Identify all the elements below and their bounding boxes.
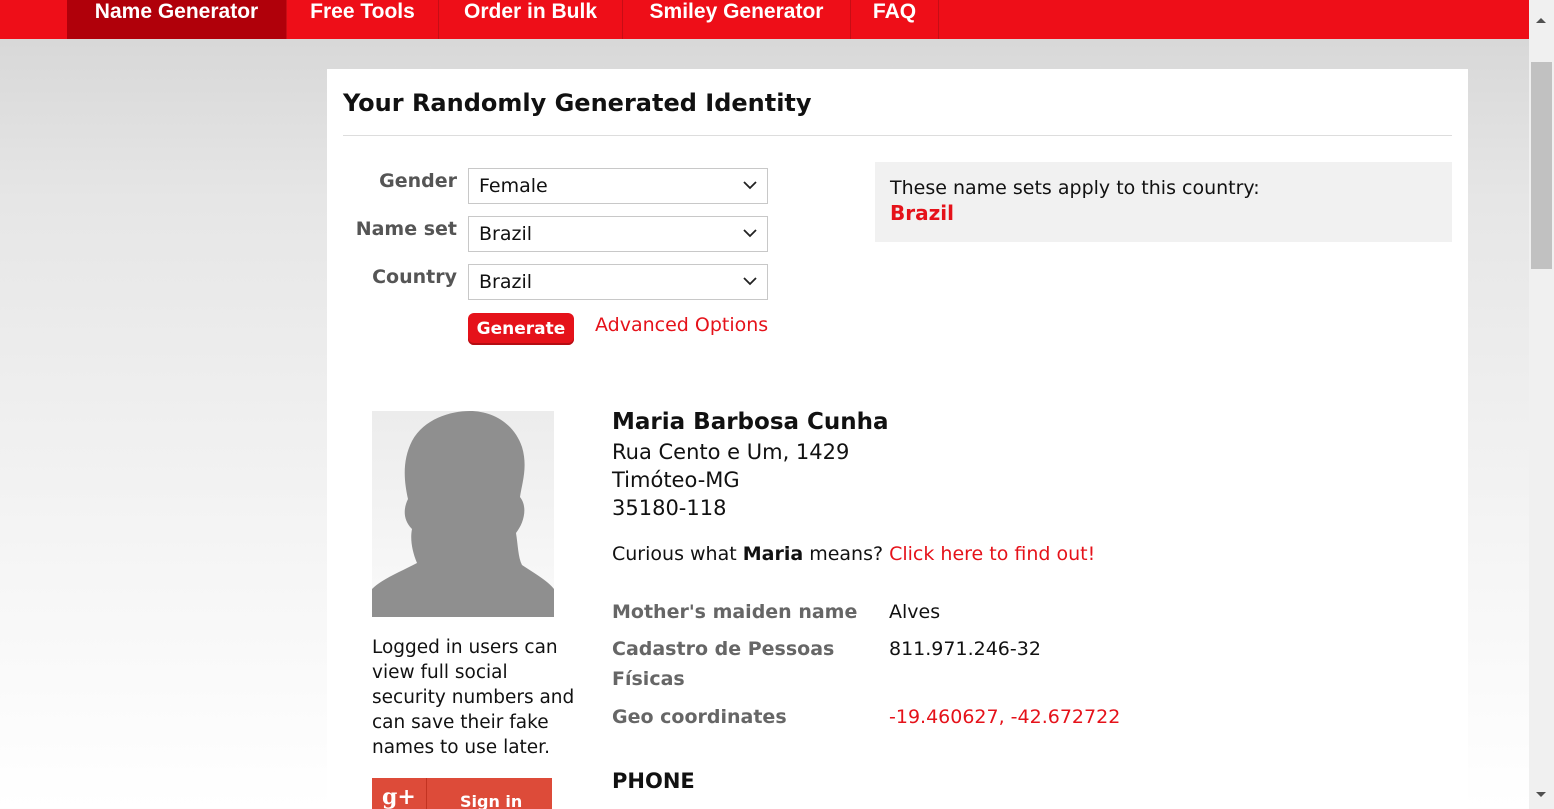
full-name: Maria Barbosa Cunha bbox=[612, 409, 889, 435]
identity-card: Your Randomly Generated Identity Gender … bbox=[327, 69, 1468, 809]
first-name: Maria bbox=[742, 543, 804, 565]
nameset-info-text: These name sets apply to this country: bbox=[890, 177, 1260, 199]
scroll-up-arrow-icon[interactable] bbox=[1536, 18, 1546, 23]
chevron-down-icon bbox=[743, 181, 757, 190]
nav-free-tools[interactable]: Free Tools bbox=[287, 0, 439, 39]
gender-select[interactable]: Female bbox=[468, 168, 768, 204]
top-nav: Name Generator Free Tools Order in Bulk … bbox=[0, 0, 1529, 39]
address-line-2: Timóteo-MG bbox=[612, 468, 740, 492]
person-silhouette-icon bbox=[372, 411, 554, 617]
scrollbar-thumb[interactable] bbox=[1531, 62, 1552, 269]
nav-name-generator[interactable]: Name Generator bbox=[67, 0, 287, 39]
nameset-info-box: These name sets apply to this country: B… bbox=[875, 162, 1452, 242]
phone-heading: PHONE bbox=[612, 769, 695, 793]
country-label: Country bbox=[372, 266, 457, 288]
nav-faq[interactable]: FAQ bbox=[851, 0, 939, 39]
gender-select-value: Female bbox=[479, 175, 548, 197]
google-plus-signin-button[interactable]: g+ Sign in bbox=[372, 778, 552, 809]
geo-coordinates-link[interactable]: -19.460627, -42.672722 bbox=[889, 706, 1120, 728]
detail-value: Alves bbox=[889, 601, 941, 623]
detail-value: 811.971.246-32 bbox=[889, 638, 1041, 660]
nameset-select-value: Brazil bbox=[479, 223, 533, 245]
curious-prefix: Curious what bbox=[612, 543, 743, 565]
title-divider bbox=[343, 135, 1452, 136]
button-separator bbox=[426, 778, 427, 809]
avatar bbox=[372, 411, 554, 617]
nav-smiley-generator[interactable]: Smiley Generator bbox=[623, 0, 851, 39]
nameset-info-country-link[interactable]: Brazil bbox=[890, 201, 1437, 225]
name-meaning-link[interactable]: Click here to find out! bbox=[889, 543, 1095, 565]
google-plus-icon: g+ bbox=[382, 784, 416, 809]
curious-suffix: means? bbox=[803, 543, 890, 565]
detail-label: Cadastro de Pessoas Físicas bbox=[612, 638, 835, 690]
vertical-scrollbar[interactable] bbox=[1529, 0, 1554, 809]
country-select-value: Brazil bbox=[479, 271, 533, 293]
chevron-down-icon bbox=[743, 229, 757, 238]
detail-label: Mother's maiden name bbox=[612, 601, 858, 623]
page-title: Your Randomly Generated Identity bbox=[343, 89, 812, 117]
nameset-select[interactable]: Brazil bbox=[468, 216, 768, 252]
login-notice: Logged in users can view full social sec… bbox=[372, 637, 575, 758]
country-select[interactable]: Brazil bbox=[468, 264, 768, 300]
google-plus-signin-label: Sign in bbox=[460, 792, 523, 809]
chevron-down-icon bbox=[743, 277, 757, 286]
advanced-options-link[interactable]: Advanced Options bbox=[595, 314, 768, 336]
address-line-3: 35180-118 bbox=[612, 496, 727, 520]
generate-button[interactable]: Generate bbox=[468, 313, 574, 345]
scroll-down-arrow-icon[interactable] bbox=[1536, 792, 1546, 797]
name-meaning-prompt: Curious what Maria means? Click here to … bbox=[612, 543, 1095, 565]
address-line-1: Rua Cento e Um, 1429 bbox=[612, 440, 850, 464]
nav-order-in-bulk[interactable]: Order in Bulk bbox=[439, 0, 623, 39]
gender-label: Gender bbox=[379, 170, 457, 192]
nameset-label: Name set bbox=[355, 218, 457, 240]
detail-label: Geo coordinates bbox=[612, 706, 787, 728]
